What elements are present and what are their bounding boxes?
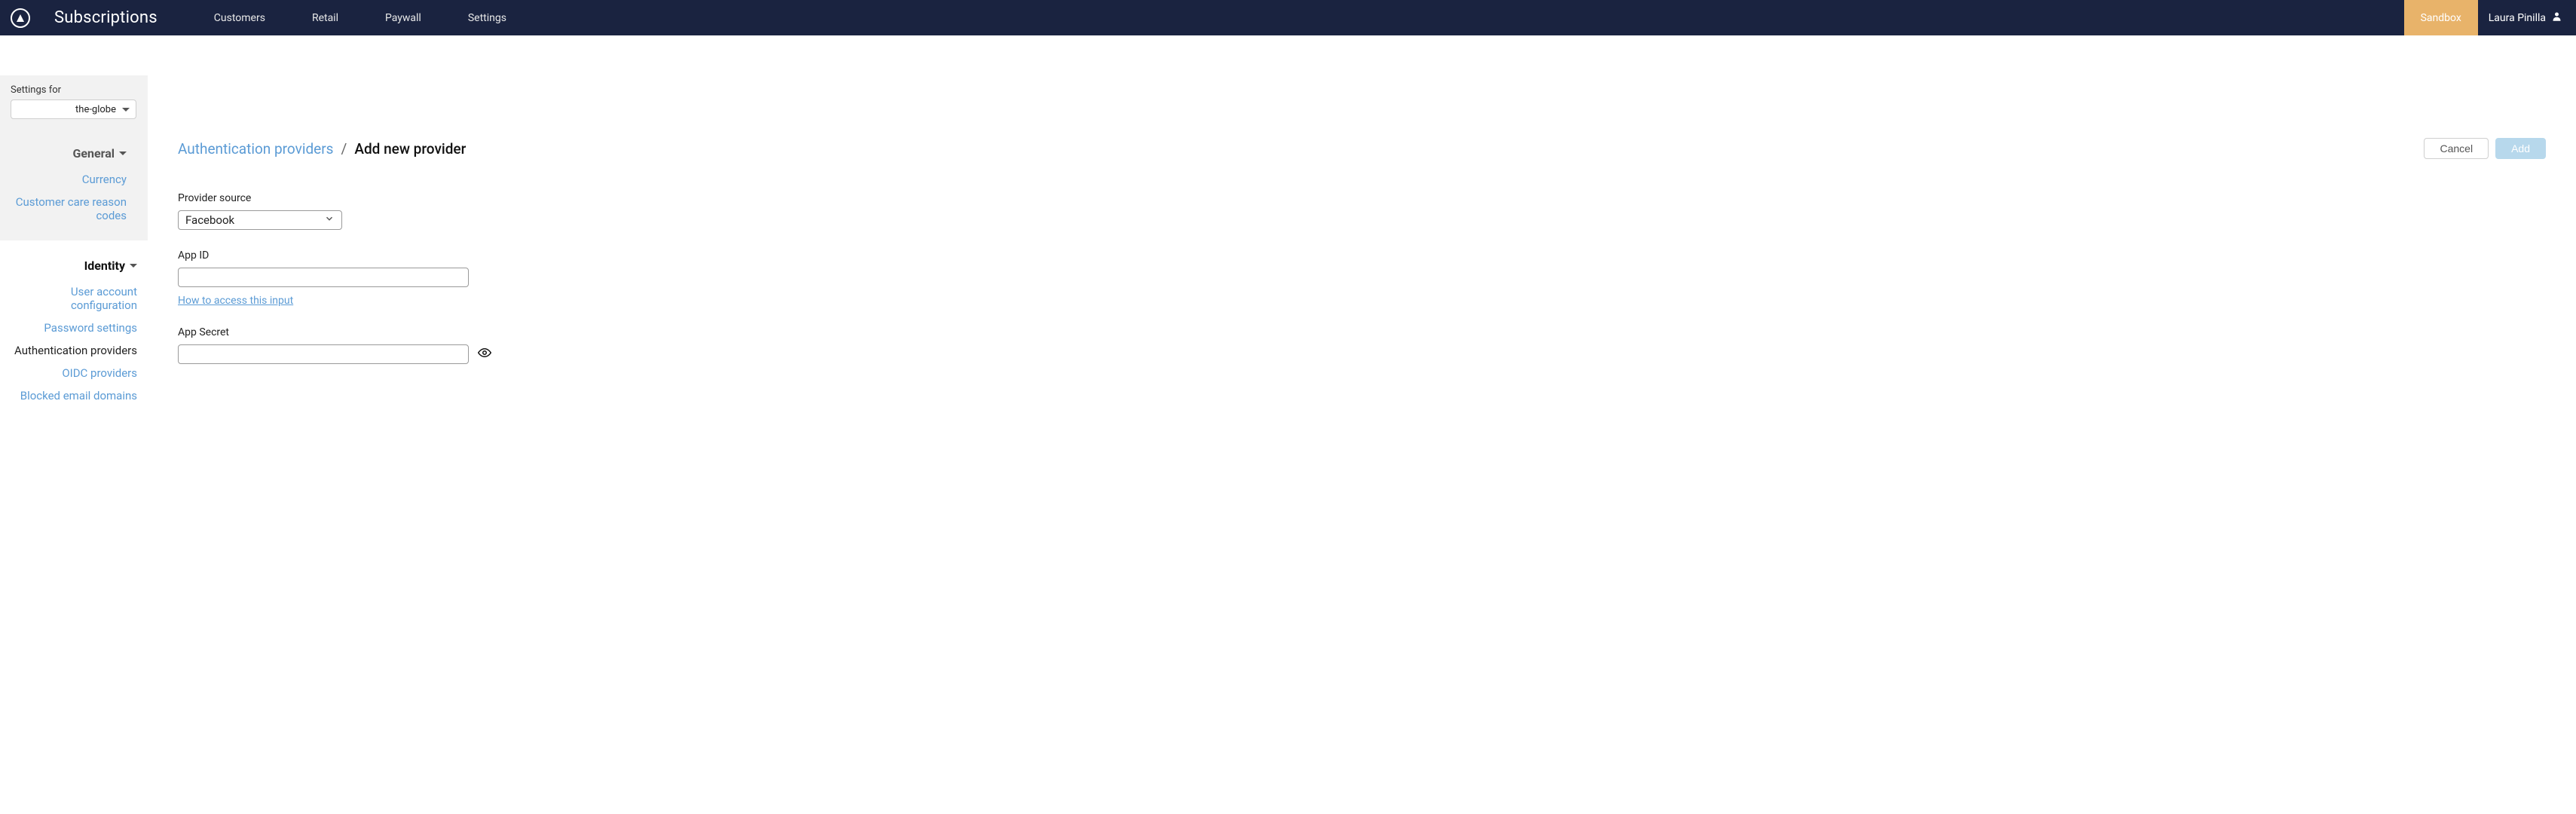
nav-settings[interactable]: Settings <box>468 12 506 24</box>
breadcrumb-parent[interactable]: Authentication providers <box>178 140 334 158</box>
breadcrumb-current: Add new provider <box>354 140 466 158</box>
chevron-down-icon <box>324 213 335 227</box>
user-name: Laura Pinilla <box>2489 12 2546 24</box>
input-app-id[interactable] <box>178 268 469 287</box>
sidebar-item-blocked-email[interactable]: Blocked email domains <box>0 384 148 407</box>
breadcrumb-separator: / <box>341 140 347 158</box>
sandbox-badge[interactable]: Sandbox <box>2404 0 2478 35</box>
breadcrumb: Authentication providers / Add new provi… <box>178 140 466 158</box>
sidebar-group-general-label: General <box>72 146 115 161</box>
caret-down-icon <box>119 151 127 155</box>
settings-sidebar: Settings for the-globe General Currency … <box>0 35 148 414</box>
label-provider-source: Provider source <box>178 192 2546 204</box>
site-select[interactable]: the-globe <box>11 99 136 119</box>
caret-down-icon <box>130 264 137 268</box>
sidebar-group-identity[interactable]: Identity <box>0 259 148 273</box>
main-content: Authentication providers / Add new provi… <box>148 35 2576 414</box>
field-app-id: App ID How to access this input <box>178 249 2546 307</box>
sidebar-identity-block: Identity User account configuration Pass… <box>0 240 148 413</box>
toggle-visibility-button[interactable] <box>478 346 491 363</box>
settings-for-label: Settings for <box>11 84 137 96</box>
input-app-secret[interactable] <box>178 344 469 364</box>
app-title: Subscriptions <box>54 8 158 27</box>
primary-nav: Customers Retail Paywall Settings <box>214 12 506 24</box>
page-header-row: Authentication providers / Add new provi… <box>178 138 2546 159</box>
logo-block: Subscriptions <box>0 8 180 28</box>
sidebar-general-block: Settings for the-globe General Currency … <box>0 75 148 240</box>
nav-paywall[interactable]: Paywall <box>385 12 421 24</box>
top-navbar: Subscriptions Customers Retail Paywall S… <box>0 0 2576 35</box>
nav-retail[interactable]: Retail <box>312 12 338 24</box>
nav-customers[interactable]: Customers <box>214 12 265 24</box>
sidebar-general-links: Currency Customer care reason codes <box>11 168 137 227</box>
eye-icon <box>478 346 491 363</box>
cancel-button[interactable]: Cancel <box>2424 138 2489 159</box>
site-select-value: the-globe <box>75 104 116 115</box>
select-provider-source-value: Facebook <box>185 213 234 227</box>
label-app-secret: App Secret <box>178 326 2546 338</box>
app-logo-icon <box>11 8 30 28</box>
user-icon <box>2551 11 2562 25</box>
help-link-app-id[interactable]: How to access this input <box>178 295 293 307</box>
label-app-id: App ID <box>178 249 2546 262</box>
sidebar-item-currency[interactable]: Currency <box>11 168 137 191</box>
caret-down-icon <box>122 108 130 112</box>
sidebar-item-password[interactable]: Password settings <box>0 317 148 339</box>
secret-row <box>178 344 2546 364</box>
sidebar-item-user-account[interactable]: User account configuration <box>0 280 148 317</box>
provider-form: Provider source Facebook App ID How to a… <box>178 192 2546 364</box>
sidebar-item-oidc[interactable]: OIDC providers <box>0 362 148 384</box>
sidebar-item-auth-providers[interactable]: Authentication providers <box>0 339 148 362</box>
field-app-secret: App Secret <box>178 326 2546 364</box>
sidebar-item-reason-codes[interactable]: Customer care reason codes <box>11 191 137 227</box>
add-button[interactable]: Add <box>2495 138 2546 159</box>
sandbox-label: Sandbox <box>2421 12 2461 24</box>
select-provider-source[interactable]: Facebook <box>178 210 342 230</box>
page-actions: Cancel Add <box>2424 138 2546 159</box>
field-provider-source: Provider source Facebook <box>178 192 2546 230</box>
user-menu[interactable]: Laura Pinilla <box>2478 11 2576 25</box>
sidebar-group-general[interactable]: General <box>11 146 137 161</box>
sidebar-identity-links: User account configuration Password sett… <box>0 280 148 407</box>
sidebar-group-identity-label: Identity <box>84 259 125 273</box>
